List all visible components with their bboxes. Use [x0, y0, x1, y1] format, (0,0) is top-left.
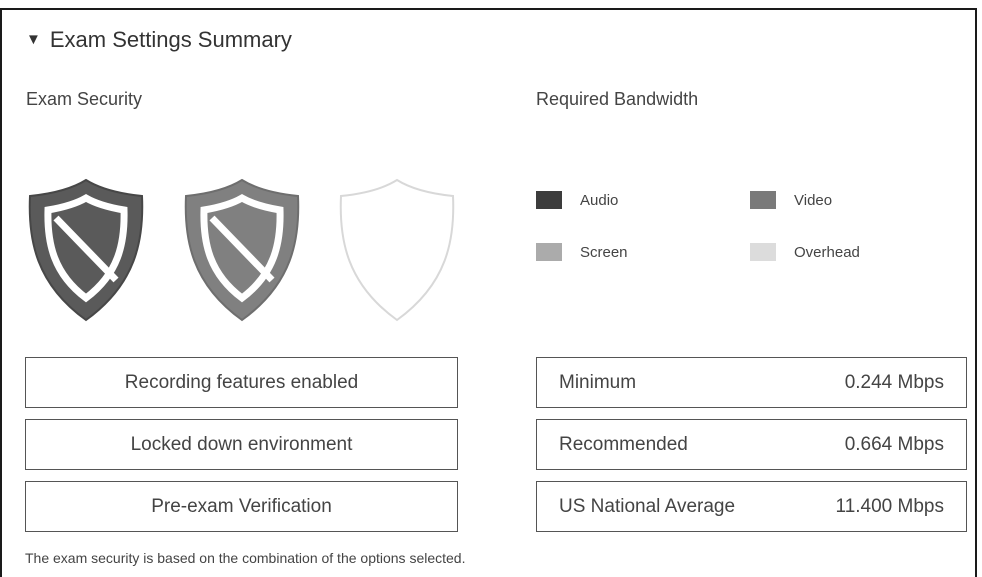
- legend-screen-label: Screen: [580, 243, 628, 261]
- legend-video: Video: [750, 191, 832, 209]
- shield-icon: [335, 174, 459, 326]
- feature-pre-exam-verification[interactable]: Pre-exam Verification: [25, 481, 458, 532]
- summary-title: Exam Settings Summary: [49, 27, 292, 52]
- summary-toggle[interactable]: ▼ Exam Settings Summary: [26, 27, 292, 53]
- required-bandwidth-title: Required Bandwidth: [536, 89, 699, 109]
- shield-level-1-graphic: [28, 178, 144, 322]
- feature-locked-down[interactable]: Locked down environment: [25, 419, 458, 470]
- legend-overhead: Overhead: [750, 243, 860, 261]
- screen-swatch: [536, 243, 562, 261]
- feature-pre-exam-verification-label: Pre-exam Verification: [151, 495, 332, 517]
- shield-level-2-graphic: [184, 178, 300, 322]
- bandwidth-row-label: Recommended: [559, 433, 688, 455]
- legend-audio-label: Audio: [580, 191, 619, 209]
- feature-locked-down-label: Locked down environment: [130, 433, 353, 455]
- legend-audio: Audio: [536, 191, 618, 209]
- overhead-swatch: [750, 243, 776, 261]
- legend-video-label: Video: [794, 191, 833, 209]
- exam-security-title: Exam Security: [26, 89, 143, 109]
- bandwidth-row-recommended: Recommended 0.664 Mbps: [536, 419, 967, 470]
- feature-recording-label: Recording features enabled: [124, 371, 359, 393]
- legend-screen: Screen: [536, 243, 628, 261]
- bandwidth-row-label: US National Average: [559, 495, 736, 517]
- shield-level-3-graphic: [339, 178, 455, 322]
- bandwidth-row-label: Minimum: [559, 371, 637, 393]
- video-swatch: [750, 191, 776, 209]
- audio-swatch: [536, 191, 562, 209]
- exam-settings-summary-panel: ▼ Exam Settings Summary Exam Security Re…: [0, 8, 977, 577]
- shield-icon: [24, 174, 148, 326]
- security-footnote: The exam security is based on the combin…: [25, 550, 466, 566]
- bandwidth-row-value: 11.400 Mbps: [835, 495, 944, 517]
- bandwidth-row-value: 0.664 Mbps: [844, 433, 944, 455]
- bandwidth-row-us-national-average: US National Average 11.400 Mbps: [536, 481, 967, 532]
- bandwidth-row-value: 0.244 Mbps: [844, 371, 944, 393]
- shield-icon: [180, 174, 304, 326]
- bandwidth-row-minimum: Minimum 0.244 Mbps: [536, 357, 967, 408]
- triangle-down-icon: ▼: [26, 30, 41, 48]
- legend-overhead-label: Overhead: [794, 243, 860, 261]
- feature-recording[interactable]: Recording features enabled: [25, 357, 458, 408]
